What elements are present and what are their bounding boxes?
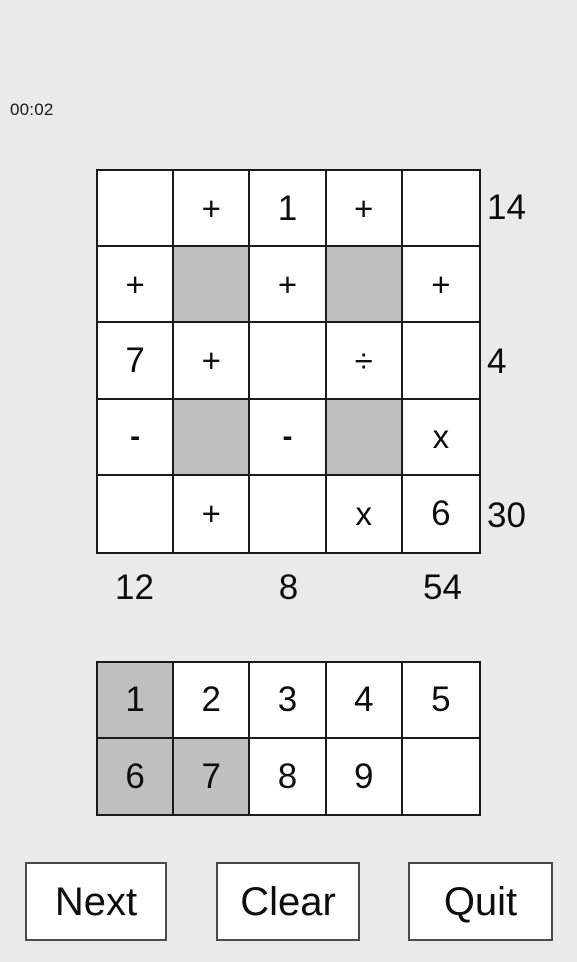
grid-cell-r2c2[interactable] [250, 323, 327, 400]
timer-display: 00:02 [10, 100, 54, 119]
grid-cell-r1c0[interactable]: + [98, 247, 175, 324]
grid-cell-r3c2[interactable]: - [250, 399, 327, 476]
grid-cell-r2c0[interactable]: 7 [98, 323, 175, 400]
grid-cell-r3c4[interactable]: x [402, 399, 479, 476]
column-target-3: 54 [423, 567, 462, 607]
grid-cell-r3c3-blocked [326, 399, 403, 476]
grid-cell-r0c1[interactable]: + [174, 171, 251, 248]
grid-cell-r0c2[interactable]: 1 [250, 171, 327, 248]
clear-button[interactable]: Clear [216, 862, 360, 941]
grid-cell-r1c1-blocked [174, 247, 251, 324]
puzzle-grid: + 1 + + + + 7 + ÷ - - x + x 6 [96, 169, 481, 554]
tray-slot-empty [402, 738, 479, 814]
row-target-2: 4 [487, 342, 507, 381]
grid-cell-r1c2[interactable]: + [250, 247, 327, 324]
tray-number-2[interactable]: 2 [174, 663, 251, 739]
number-tray: 1 2 3 4 5 6 7 8 9 [96, 661, 481, 816]
grid-cell-r1c4[interactable]: + [402, 247, 479, 324]
grid-cell-r4c3[interactable]: x [326, 475, 403, 552]
tray-number-7[interactable]: 7 [174, 738, 251, 814]
grid-cell-r0c4[interactable] [402, 171, 479, 248]
next-button[interactable]: Next [25, 862, 167, 941]
grid-cell-r0c3[interactable]: + [326, 171, 403, 248]
row-target-3: 30 [487, 496, 526, 535]
grid-cell-r2c1[interactable]: + [174, 323, 251, 400]
tray-number-9[interactable]: 9 [326, 738, 403, 814]
column-target-1: 12 [115, 567, 154, 607]
tray-number-6[interactable]: 6 [98, 738, 175, 814]
tray-number-1[interactable]: 1 [98, 663, 175, 739]
grid-cell-r0c0[interactable] [98, 171, 175, 248]
tray-number-3[interactable]: 3 [250, 663, 327, 739]
grid-cell-r4c1[interactable]: + [174, 475, 251, 552]
grid-cell-r3c1-blocked [174, 399, 251, 476]
tray-number-5[interactable]: 5 [402, 663, 479, 739]
grid-cell-r4c0[interactable] [98, 475, 175, 552]
column-target-2: 8 [278, 567, 299, 607]
grid-cell-r2c4[interactable] [402, 323, 479, 400]
grid-cell-r4c4[interactable]: 6 [402, 475, 479, 552]
grid-cell-r3c0[interactable]: - [98, 399, 175, 476]
tray-number-8[interactable]: 8 [250, 738, 327, 814]
grid-cell-r2c3[interactable]: ÷ [326, 323, 403, 400]
grid-cell-r4c2[interactable] [250, 475, 327, 552]
tray-number-4[interactable]: 4 [326, 663, 403, 739]
row-target-1: 14 [487, 188, 526, 227]
grid-cell-r1c3-blocked [326, 247, 403, 324]
quit-button[interactable]: Quit [408, 862, 553, 941]
